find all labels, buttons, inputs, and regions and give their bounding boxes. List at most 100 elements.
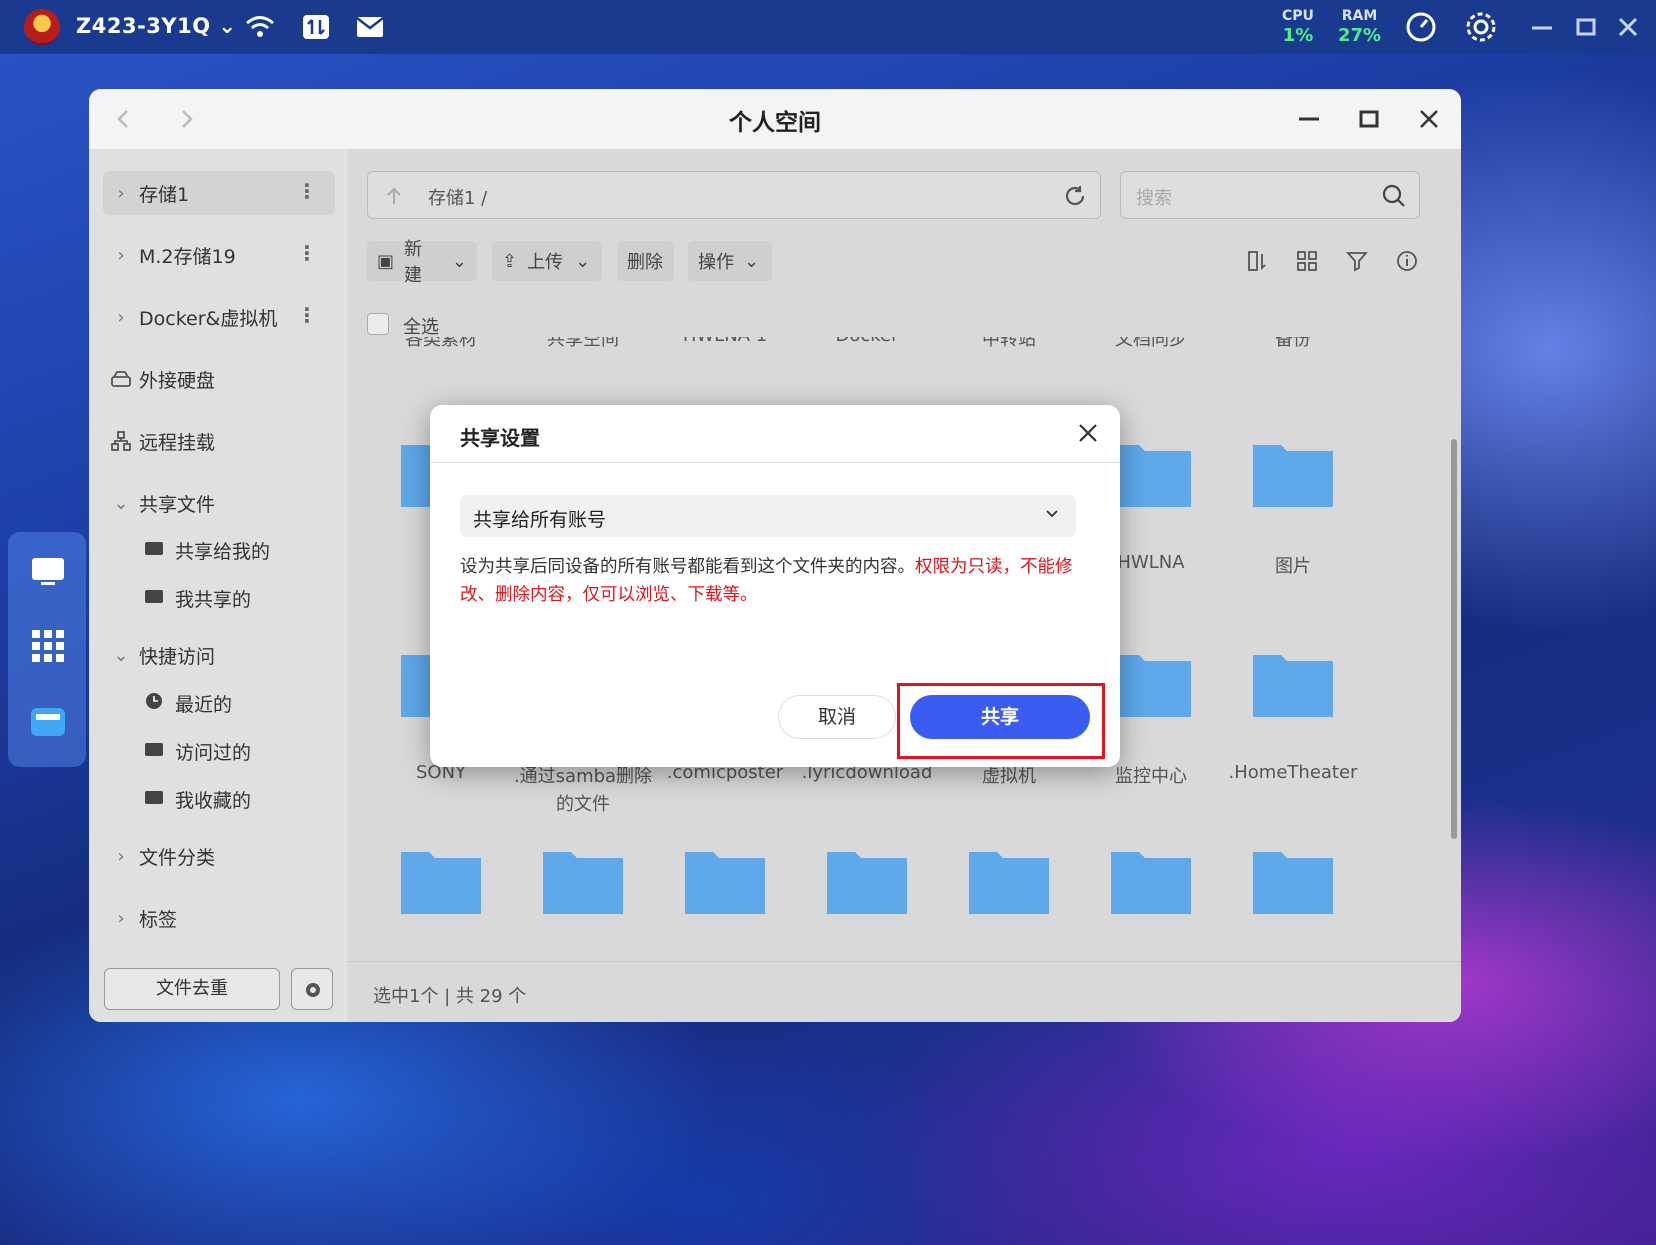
- sidebar-item-docker[interactable]: › Docker&虚拟机 ⋮: [103, 295, 335, 339]
- minimize-icon[interactable]: [1530, 12, 1554, 42]
- sidebar-item-shared-files[interactable]: ⌄ 共享文件: [103, 481, 335, 525]
- disk-icon: [111, 371, 131, 387]
- address-bar[interactable]: 存储1 /: [367, 171, 1101, 219]
- chevron-right-icon: ›: [117, 306, 125, 328]
- desktop-icon[interactable]: [30, 554, 66, 590]
- search-icon[interactable]: [1381, 183, 1407, 209]
- cancel-button[interactable]: 取消: [778, 695, 896, 739]
- refresh-icon[interactable]: [1062, 183, 1088, 209]
- app-grid-icon[interactable]: [30, 628, 66, 664]
- scrollbar[interactable]: [1451, 439, 1457, 839]
- clipped-top-row: 各类素材 共享空间 HWLNA 1 Docker 中转站 文档同步 备份: [405, 337, 1311, 349]
- grid-view-icon[interactable]: [1295, 249, 1319, 273]
- dedup-button[interactable]: 文件去重: [104, 968, 280, 1010]
- dialog-title: 共享设置: [460, 426, 540, 450]
- visited-folder-icon: [145, 740, 175, 762]
- sidebar-settings-button[interactable]: [291, 968, 333, 1010]
- gear-icon: [306, 983, 320, 997]
- chevron-down-icon: ⌄: [113, 492, 129, 514]
- dialog-close-icon[interactable]: [1074, 419, 1102, 447]
- sidebar-item-recent[interactable]: 最近的: [145, 683, 232, 723]
- chevron-down-icon: ⌄: [113, 644, 129, 666]
- sidebar-item-external-disk[interactable]: 外接硬盘: [103, 357, 335, 401]
- more-icon[interactable]: ⋮: [297, 241, 317, 265]
- upload-icon: ⇪: [502, 250, 518, 272]
- sidebar-item-storage1[interactable]: › 存储1 ⋮: [103, 171, 335, 215]
- chevron-right-icon: ›: [117, 182, 125, 204]
- folder-icon[interactable]: [1249, 439, 1337, 511]
- file-manager-window: 个人空间 › 存储1 ⋮ › M.2存储19 ⋮ › Docker&虚拟机 ⋮ 外接硬盘 远…: [89, 89, 1461, 1022]
- ram-stat: RAM 27%: [1338, 8, 1382, 46]
- search-input[interactable]: 搜索: [1120, 171, 1420, 219]
- sidebar-item-m2-storage[interactable]: › M.2存储19 ⋮: [103, 233, 335, 277]
- clock-icon: [145, 692, 175, 715]
- folder-icon[interactable]: [681, 846, 769, 918]
- device-logo-icon[interactable]: [24, 9, 60, 45]
- transfer-icon[interactable]: [300, 12, 332, 42]
- upload-button[interactable]: ⇪ 上传 ⌄: [492, 241, 602, 281]
- folder-label: 的文件: [556, 794, 610, 815]
- select-all-label: 全选: [403, 317, 439, 338]
- sidebar-item-shared-to-me[interactable]: 共享给我的: [145, 530, 270, 570]
- device-name[interactable]: Z423-3Y1Q ⌄: [76, 14, 236, 38]
- sidebar-item-my-shared[interactable]: 我共享的: [145, 578, 251, 618]
- sidebar-item-tags[interactable]: › 标签: [103, 896, 335, 940]
- new-folder-icon: ▣: [377, 250, 395, 272]
- maximize-icon[interactable]: [1574, 12, 1598, 42]
- star-folder-icon: [145, 788, 175, 810]
- mail-icon[interactable]: [354, 12, 386, 42]
- folder-icon[interactable]: [1107, 439, 1195, 511]
- window-minimize-icon[interactable]: [1293, 103, 1325, 135]
- chevron-right-icon: ›: [117, 907, 125, 929]
- actions-button[interactable]: 操作 ⌄: [688, 241, 772, 281]
- window-title: 个人空间: [729, 110, 821, 136]
- dock: [8, 532, 86, 767]
- chevron-down-icon: ⌄: [575, 250, 591, 272]
- gear-icon[interactable]: [1464, 10, 1498, 44]
- folder-icon[interactable]: [965, 846, 1053, 918]
- network-icon: [111, 431, 131, 451]
- sidebar-item-quick-access[interactable]: ⌄ 快捷访问: [103, 633, 335, 677]
- chevron-down-icon: ⌄: [744, 250, 760, 272]
- folder-icon[interactable]: [823, 846, 911, 918]
- close-icon[interactable]: [1616, 12, 1640, 42]
- sidebar-item-file-category[interactable]: › 文件分类: [103, 834, 335, 878]
- sidebar-item-visited[interactable]: 访问过的: [145, 731, 251, 771]
- folder-icon[interactable]: [397, 846, 485, 918]
- window-titlebar: 个人空间: [89, 89, 1461, 149]
- folder-label: .HomeTheater: [1228, 762, 1358, 783]
- up-arrow-icon[interactable]: [382, 184, 406, 208]
- chevron-down-icon: [1046, 510, 1058, 518]
- folder-icon[interactable]: [1107, 649, 1195, 721]
- delete-button[interactable]: 删除: [617, 241, 674, 281]
- status-bar: 选中1个 | 共 29 个: [347, 961, 1461, 1022]
- share-scope-select[interactable]: 共享给所有账号: [460, 495, 1076, 537]
- sort-icon[interactable]: [1245, 249, 1269, 273]
- more-icon[interactable]: ⋮: [297, 179, 317, 203]
- info-icon[interactable]: [1395, 249, 1419, 273]
- sidebar: › 存储1 ⋮ › M.2存储19 ⋮ › Docker&虚拟机 ⋮ 外接硬盘 远程挂载 ⌄…: [89, 149, 343, 1022]
- current-path: 存储1 /: [428, 188, 488, 209]
- sidebar-item-favorites[interactable]: 我收藏的: [145, 779, 251, 819]
- wifi-icon[interactable]: [244, 12, 276, 42]
- sidebar-item-remote-mount[interactable]: 远程挂载: [103, 419, 335, 463]
- dialog-header: 共享设置: [430, 405, 1120, 463]
- highlight-box: [897, 683, 1105, 759]
- more-icon[interactable]: ⋮: [297, 303, 317, 327]
- folder-icon[interactable]: [539, 846, 627, 918]
- chevron-right-icon: ›: [117, 845, 125, 867]
- window-close-icon[interactable]: [1413, 103, 1445, 135]
- folder-icon[interactable]: [1249, 846, 1337, 918]
- folder-icon[interactable]: [1249, 649, 1337, 721]
- cpu-stat: CPU 1%: [1282, 8, 1314, 46]
- share-settings-dialog: 共享设置 共享给所有账号 设为共享后同设备的所有账号都能看到这个文件夹的内容。权…: [430, 405, 1120, 767]
- folder-icon[interactable]: [1107, 846, 1195, 918]
- new-button[interactable]: ▣ 新建 ⌄: [367, 239, 477, 286]
- select-all-checkbox[interactable]: [367, 313, 389, 335]
- folder-label: 图片: [1275, 556, 1311, 577]
- file-manager-icon[interactable]: [30, 704, 66, 740]
- speedometer-icon[interactable]: [1404, 10, 1438, 44]
- window-maximize-icon[interactable]: [1353, 103, 1385, 135]
- taskbar: Z423-3Y1Q ⌄ CPU 1% RAM 27%: [0, 0, 1656, 54]
- filter-icon[interactable]: [1345, 249, 1369, 273]
